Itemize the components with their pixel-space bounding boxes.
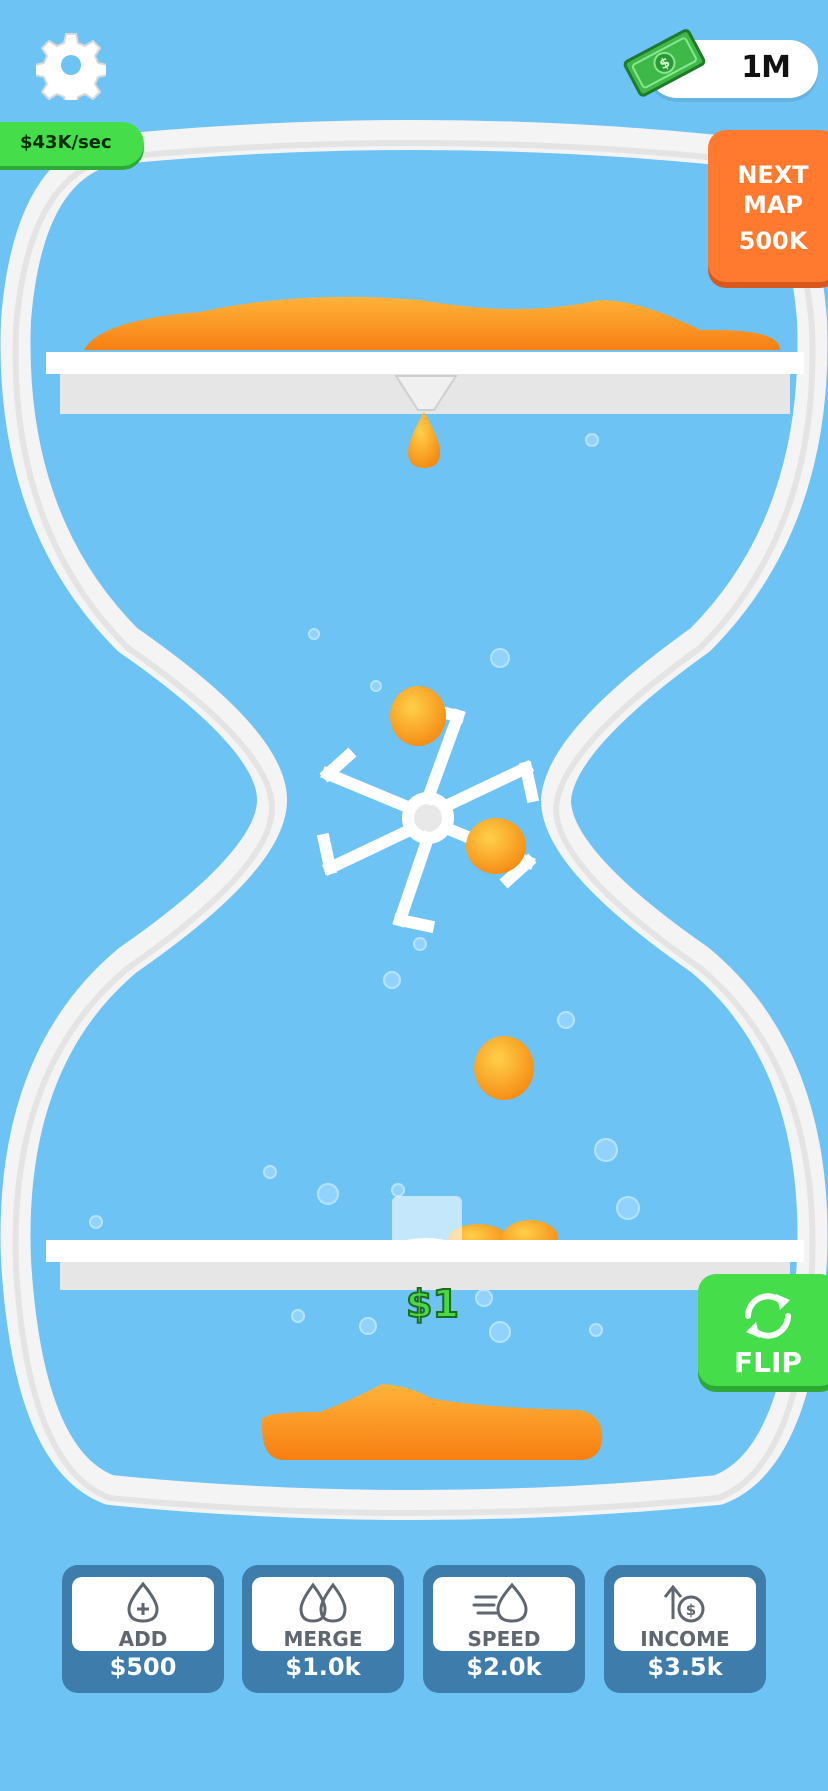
next-map-cost: 500K [738,227,808,255]
upgrade-price: $2.0k [466,1653,542,1681]
money-bill-icon: $ [614,22,714,102]
upgrade-label: SPEED [467,1627,541,1651]
next-map-button[interactable]: NEXT MAP 500K [708,130,828,282]
upgrade-price: $3.5k [647,1653,723,1681]
income-rate-badge: $43K/sec [0,122,144,166]
upgrade-price: $1.0k [285,1653,361,1681]
liquid-blob [390,686,446,746]
upgrade-label: MERGE [283,1627,363,1651]
liquid-blob [474,1036,534,1100]
liquid-blob [466,818,526,874]
drop-speed-icon [472,1582,528,1623]
upgrade-label: ADD [118,1627,168,1651]
drop-plus-icon [127,1581,159,1623]
next-map-label-line2: MAP [742,191,804,219]
next-map-label-line1: NEXT [737,161,809,189]
falling-drop [408,412,440,468]
top-liquid-pool [84,296,780,350]
flip-button[interactable]: FLIP [698,1274,828,1386]
income-arrow-icon: $ [663,1584,705,1623]
svg-text:$: $ [686,1601,696,1619]
flip-rotate-icon [745,1293,791,1339]
drops-merge-icon [299,1582,347,1623]
upgrade-price: $500 [109,1653,177,1681]
income-popup: $1 [405,1281,460,1327]
cash-amount: 1M [741,50,791,85]
upgrade-merge-button[interactable]: MERGE $1.0k [242,1565,404,1693]
upgrade-add-button[interactable]: ADD $500 [62,1565,224,1693]
upgrade-income-button[interactable]: $ INCOME $3.5k [604,1565,766,1693]
income-rate-text: $43K/sec [20,132,112,153]
flip-label: FLIP [734,1346,802,1379]
upgrade-label: INCOME [640,1627,730,1651]
bubbles [89,433,640,1343]
upgrade-speed-button[interactable]: SPEED $2.0k [423,1565,585,1693]
settings-gear-icon[interactable] [34,30,108,107]
hourglass-scene [0,120,828,1520]
bottom-liquid-pool [261,1384,603,1460]
top-shelf [46,352,804,374]
